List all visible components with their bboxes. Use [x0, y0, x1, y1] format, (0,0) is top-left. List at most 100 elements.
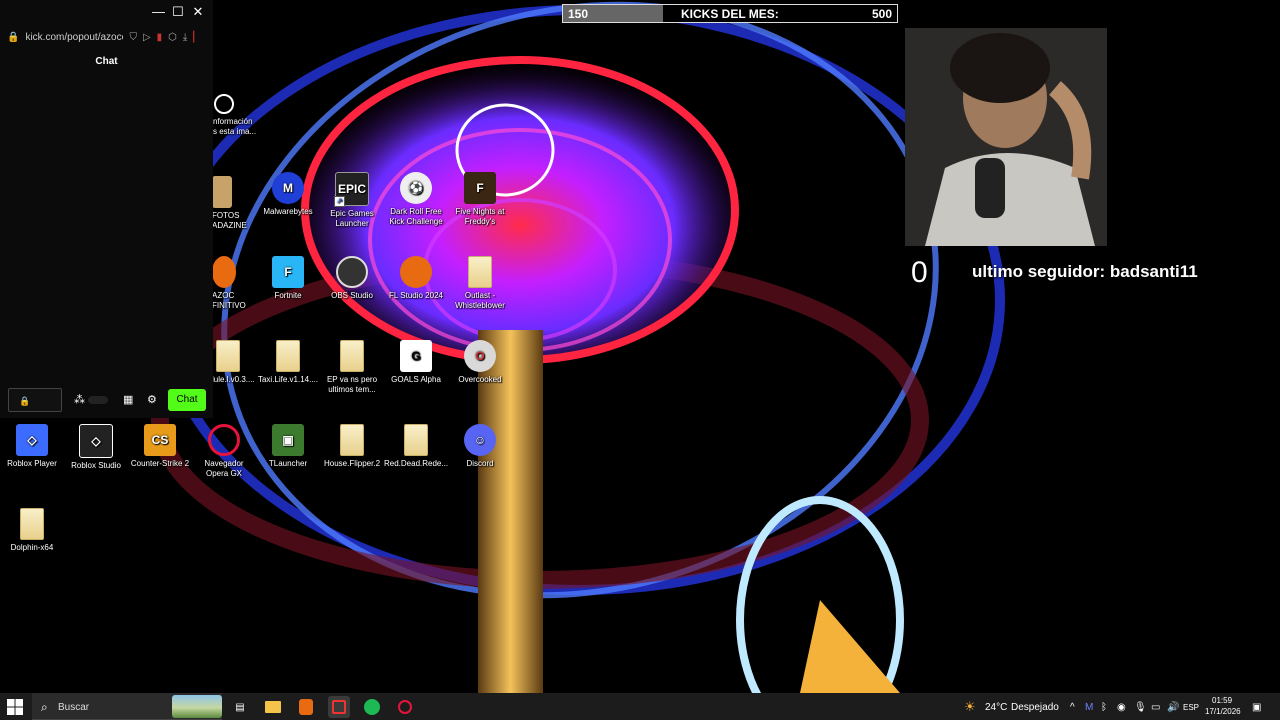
desktop-icon-dolphin[interactable]: Dolphin-x64: [0, 508, 64, 553]
webcam-image: [905, 28, 1107, 246]
desktop-icon-cs2[interactable]: CS Counter-Strike 2: [128, 424, 192, 469]
desktop-icon-red-dead[interactable]: Red.Dead.Rede...: [384, 424, 448, 469]
menu-marker-icon[interactable]: ▏: [193, 32, 201, 43]
kicks-current: 150: [568, 7, 589, 21]
clock-time[interactable]: 01:59: [1212, 696, 1232, 705]
desktop-icon-roblox-studio[interactable]: ◇ Roblox Studio: [64, 424, 128, 471]
soccer-ball-icon: ⚽: [400, 172, 432, 204]
file-icon: [212, 340, 244, 372]
roblox-studio-icon: ◇: [79, 424, 113, 458]
desktop-icon-overcooked[interactable]: O Overcooked: [448, 340, 512, 385]
chat-popout-window: — ☐ ✕ 🔒 kick.com/popout/azocc ⛉ ▷ ▮ ⬡ ⤓ …: [0, 0, 213, 418]
wallet-icon[interactable]: ▮: [157, 32, 163, 43]
network-icon[interactable]: ▭: [1151, 702, 1160, 713]
kicks-goal: 500: [871, 7, 892, 21]
toggle-icon[interactable]: [88, 396, 108, 404]
search-placeholder: Buscar: [58, 702, 90, 713]
fl-studio-icon: [212, 256, 236, 288]
weather-icon: ☀: [964, 699, 976, 714]
chat-send-button[interactable]: Chat: [168, 389, 206, 411]
notifications-icon[interactable]: ▣: [1252, 702, 1261, 713]
opera-gx-icon: [208, 424, 240, 456]
chrome-icon: [214, 94, 234, 114]
malwarebytes-icon: M: [272, 172, 304, 204]
microphone-icon[interactable]: 🎙: [1134, 702, 1147, 713]
shield-icon[interactable]: ⛉: [129, 32, 137, 43]
search-highlight-image: [172, 695, 222, 718]
fnaf-icon: F: [464, 172, 496, 204]
counter-zero: 0: [911, 256, 928, 289]
epic-games-icon: EPIC ↗: [334, 172, 369, 207]
file-icon: [16, 508, 48, 540]
weather-desc: Despejado: [1011, 702, 1059, 713]
lock-icon: 🔒: [19, 396, 31, 406]
desktop: nformación s esta ima... FOTOS ADAZINE M…: [0, 0, 1280, 693]
desktop-icon-opera-gx[interactable]: Navegador Opera GX: [192, 424, 256, 479]
file-icon: [400, 424, 432, 456]
maximize-button[interactable]: ☐: [172, 4, 184, 20]
obs-icon: [336, 256, 368, 288]
goals-icon: G: [400, 340, 432, 372]
desktop-icon-fnaf[interactable]: F Five Nights at Freddy's: [448, 172, 512, 227]
file-icon: [336, 340, 368, 372]
weather-temp: 24°C: [985, 702, 1008, 713]
desktop-icon-discord[interactable]: ☺ Discord: [448, 424, 512, 469]
tlauncher-icon: ▣: [272, 424, 304, 456]
desktop-icon-outlast[interactable]: Outlast - Whistleblower: [448, 256, 512, 311]
fl-studio-taskbar-icon[interactable]: [295, 696, 317, 718]
opera-gx-taskbar-icon[interactable]: [394, 696, 416, 718]
folder-photo-icon: [212, 176, 232, 208]
minimize-button[interactable]: —: [152, 4, 165, 20]
desktop-icon-malwarebytes[interactable]: M Malwarebytes: [256, 172, 320, 217]
webcam-feed: [905, 28, 1107, 246]
fortnite-icon: F: [272, 256, 304, 288]
lock-icon: 🔒: [7, 31, 20, 43]
chevron-up-icon[interactable]: ^: [1070, 702, 1075, 713]
start-button[interactable]: [6, 698, 24, 716]
url-text[interactable]: kick.com/popout/azocc: [25, 32, 123, 43]
chat-input-bar: 🔒 ⁂ ▦ ⚙ Chat: [8, 388, 208, 414]
desktop-icon-fortnite[interactable]: F Fortnite: [256, 256, 320, 301]
download-icon[interactable]: ⤓: [183, 32, 187, 43]
bluetooth-icon[interactable]: ᛒ: [1101, 702, 1107, 713]
file-icon: [336, 424, 368, 456]
taskbar-search[interactable]: ⌕ Buscar: [32, 693, 222, 720]
address-bar[interactable]: 🔒 kick.com/popout/azocc ⛉ ▷ ▮ ⬡ ⤓ ▏: [0, 26, 213, 48]
overcooked-icon: O: [464, 340, 496, 372]
desktop-icon-dark-roll[interactable]: ⚽ Dark Roll Free Kick Challenge: [384, 172, 448, 227]
language-indicator[interactable]: ESP: [1183, 703, 1199, 712]
desktop-icon-roblox-player[interactable]: ◇ Roblox Player: [0, 424, 64, 469]
file-icon: [272, 340, 304, 372]
task-view-button[interactable]: ▤: [229, 696, 251, 718]
gear-icon[interactable]: ⚙: [147, 393, 157, 406]
desktop-icon-taxi-life[interactable]: Taxi.Life.v1.14....: [256, 340, 320, 385]
desktop-icon-house-flipper[interactable]: House.Flipper.2: [320, 424, 384, 469]
close-button[interactable]: ✕: [192, 4, 204, 20]
kicks-goal-bar: 150 KICKS DEL MES: 500: [562, 4, 898, 23]
store-icon[interactable]: ▦: [123, 393, 133, 406]
malwarebytes-tray-icon[interactable]: M: [1085, 702, 1093, 713]
cs2-icon: CS: [144, 424, 176, 456]
chat-input[interactable]: 🔒: [8, 388, 62, 412]
last-follower-text: ultimo seguidor: badsanti11: [972, 262, 1198, 281]
desktop-icon-obs[interactable]: OBS Studio: [320, 256, 384, 301]
window-controls: — ☐ ✕: [152, 4, 204, 20]
fl-studio-icon: [400, 256, 432, 288]
desktop-icon-tlauncher[interactable]: ▣ TLauncher: [256, 424, 320, 469]
desktop-icon-ep[interactable]: EP va ns pero ultimos tem...: [320, 340, 384, 395]
spotify-taskbar-icon[interactable]: [361, 696, 383, 718]
emote-icon[interactable]: ⁂: [74, 393, 85, 406]
tray-app-icon[interactable]: ◉: [1117, 702, 1126, 713]
chat-title: Chat: [95, 56, 118, 67]
extensions-icon[interactable]: ⬡: [168, 32, 177, 43]
obs-taskbar-icon[interactable]: [328, 696, 350, 718]
volume-icon[interactable]: 🔊: [1167, 702, 1179, 713]
file-explorer-taskbar-icon[interactable]: [262, 696, 284, 718]
desktop-icon-goals[interactable]: G GOALS Alpha: [384, 340, 448, 385]
kicks-label: KICKS DEL MES:: [681, 7, 779, 21]
desktop-icon-epic[interactable]: EPIC ↗ Epic Games Launcher: [320, 172, 384, 229]
clock-date[interactable]: 17/1/2026: [1205, 707, 1241, 716]
taskbar: ⌕ Buscar ▤ ☀ 24°C Despejado ^ M ᛒ ◉ 🎙 ▭ …: [0, 693, 1280, 720]
desktop-icon-fl-studio[interactable]: FL Studio 2024: [384, 256, 448, 301]
play-icon[interactable]: ▷: [143, 32, 151, 43]
